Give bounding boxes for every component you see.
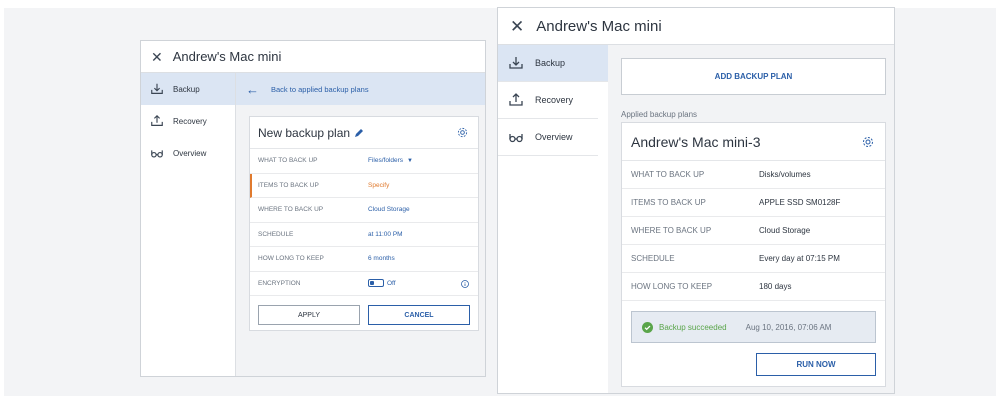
row-label: WHERE TO BACK UP — [258, 206, 324, 214]
sidebar-item-label: Overview — [173, 148, 207, 158]
sidebar-item-overview[interactable]: Overview — [141, 137, 235, 169]
run-now-button[interactable]: RUN NOW — [756, 353, 876, 376]
status-text: Backup succeeded — [659, 322, 727, 332]
plan-title: Andrew's Mac mini-3 — [631, 133, 761, 150]
row-label: WHAT TO BACK UP — [258, 157, 318, 165]
plan-row-keep: HOW LONG TO KEEP 180 days — [622, 273, 885, 301]
chevron-down-icon: ▼ — [407, 157, 413, 164]
recovery-icon — [509, 93, 523, 106]
plan-actions: APPLY CANCEL — [250, 296, 478, 325]
sidebar-item-backup[interactable]: Backup — [498, 45, 608, 82]
plan-row-what: WHAT TO BACK UP Disks/volumes — [622, 161, 885, 189]
close-icon[interactable]: ✕ — [510, 18, 524, 35]
row-label: SCHEDULE — [258, 230, 294, 238]
device-title: Andrew's Mac mini — [536, 17, 662, 35]
panel-header: ✕ Andrew's Mac mini — [141, 41, 485, 73]
plan-row-items[interactable]: ITEMS TO BACK UP Specify — [250, 173, 478, 198]
plan-row-schedule[interactable]: SCHEDULE at 11:00 PM — [250, 223, 478, 247]
row-label: ENCRYPTION — [258, 279, 301, 287]
panel-header: ✕ Andrew's Mac mini — [498, 8, 894, 45]
plan-row-where: WHERE TO BACK UP Cloud Storage — [622, 217, 885, 245]
device-title: Andrew's Mac mini — [172, 49, 282, 64]
backup-plan-card: Andrew's Mac mini-3 WHAT TO BACK UP Disk… — [621, 122, 886, 387]
row-label: ITEMS TO BACK UP — [631, 198, 706, 207]
row-label: HOW LONG TO KEEP — [258, 255, 324, 263]
glasses-icon — [509, 134, 523, 143]
backup-icon — [151, 83, 163, 94]
close-icon[interactable]: ✕ — [151, 50, 163, 64]
encryption-toggle[interactable] — [368, 279, 384, 288]
row-value: Off — [387, 279, 396, 287]
status-timestamp: Aug 10, 2016, 07:06 AM — [745, 322, 832, 332]
arrow-left-icon: ← — [246, 81, 259, 97]
applied-plans-heading: Applied backup plans — [621, 110, 698, 119]
plan-row-items: ITEMS TO BACK UP APPLE SSD SM0128F — [622, 189, 885, 217]
row-value: Disks/volumes — [759, 170, 811, 179]
plan-row-encryption: ENCRYPTION Off — [250, 272, 478, 296]
sidebar: Backup Recovery Overview — [498, 45, 608, 393]
sidebar-item-recovery[interactable]: Recovery — [498, 82, 598, 119]
backup-plan-card: New backup plan WHAT TO BACK UP Files/fo… — [249, 116, 479, 331]
row-value: 180 days — [759, 282, 792, 291]
sidebar-item-label: Recovery — [173, 116, 207, 126]
sidebar-item-recovery[interactable]: Recovery — [141, 105, 235, 137]
back-link-label: Back to applied backup plans — [271, 84, 369, 94]
plan-title: New backup plan — [258, 125, 351, 140]
sidebar: Backup Recovery Overview — [141, 73, 236, 376]
add-backup-plan-button[interactable]: ADD BACKUP PLAN — [621, 58, 886, 95]
backup-plan-editor-panel: ✕ Andrew's Mac mini Backup Recovery Over… — [140, 40, 486, 377]
sidebar-item-label: Overview — [535, 132, 573, 142]
card-header: New backup plan — [250, 117, 478, 149]
gear-icon[interactable] — [862, 136, 874, 148]
row-value: 6 months — [368, 255, 395, 263]
apply-button[interactable]: APPLY — [258, 305, 360, 325]
sidebar-item-label: Recovery — [535, 95, 574, 105]
cancel-button[interactable]: CANCEL — [368, 305, 470, 325]
sidebar-item-label: Backup — [173, 84, 200, 94]
row-label: WHERE TO BACK UP — [631, 226, 712, 235]
row-label: WHAT TO BACK UP — [631, 170, 705, 179]
gear-icon[interactable] — [457, 127, 468, 138]
backup-status-banner: Backup succeeded Aug 10, 2016, 07:06 AM — [631, 311, 876, 343]
back-link[interactable]: ← Back to applied backup plans — [236, 73, 485, 105]
glasses-icon — [151, 150, 163, 158]
run-row: RUN NOW — [622, 343, 885, 376]
check-circle-icon — [642, 321, 653, 333]
sidebar-item-backup[interactable]: Backup — [141, 73, 235, 105]
row-value: at 11:00 PM — [368, 230, 403, 238]
row-value: Files/folders — [368, 157, 404, 165]
row-value: Cloud Storage — [368, 206, 410, 214]
info-icon[interactable] — [461, 279, 469, 288]
row-label: SCHEDULE — [631, 254, 675, 263]
backup-icon — [509, 57, 523, 69]
sidebar-item-overview[interactable]: Overview — [498, 119, 598, 156]
plan-row-where[interactable]: WHERE TO BACK UP Cloud Storage — [250, 198, 478, 223]
applied-plans-panel: ✕ Andrew's Mac mini Backup Recovery Over… — [497, 7, 895, 394]
pencil-icon[interactable] — [354, 128, 364, 138]
plan-row-what[interactable]: WHAT TO BACK UP Files/folders ▼ — [250, 149, 478, 174]
plan-row-schedule: SCHEDULE Every day at 07:15 PM — [622, 245, 885, 273]
row-value: Specify — [368, 181, 390, 189]
row-value: APPLE SSD SM0128F — [759, 198, 841, 207]
plan-row-keep[interactable]: HOW LONG TO KEEP 6 months — [250, 247, 478, 272]
row-label: ITEMS TO BACK UP — [258, 181, 319, 189]
card-header: Andrew's Mac mini-3 — [622, 123, 885, 161]
row-value: Cloud Storage — [759, 226, 811, 235]
row-value: Every day at 07:15 PM — [759, 254, 840, 263]
row-label: HOW LONG TO KEEP — [631, 282, 713, 291]
recovery-icon — [151, 114, 163, 126]
sidebar-item-label: Backup — [535, 58, 566, 68]
